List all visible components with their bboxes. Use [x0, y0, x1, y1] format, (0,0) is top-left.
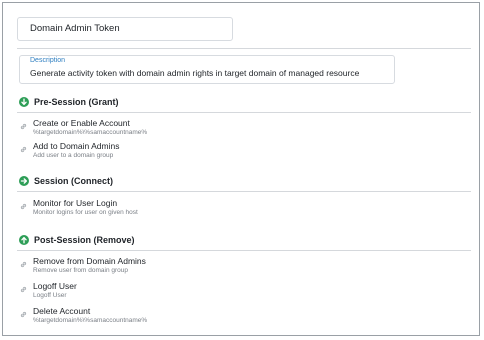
link-icon	[20, 311, 27, 318]
section-divider	[17, 191, 471, 192]
description-field[interactable]: Description Generate activity token with…	[19, 55, 395, 84]
description-value[interactable]: Generate activity token with domain admi…	[30, 68, 359, 78]
section-divider	[17, 112, 471, 113]
step-title: Create or Enable Account	[33, 118, 130, 128]
step-title: Logoff User	[33, 281, 77, 291]
step-title: Add to Domain Admins	[33, 141, 120, 151]
section-title: Session (Connect)	[34, 176, 114, 186]
section-pre-session[interactable]: Pre-Session (Grant)	[19, 95, 119, 109]
step-subtitle: Monitor logins for user on given host	[33, 209, 138, 216]
header-divider	[17, 48, 471, 49]
link-icon	[20, 261, 27, 268]
step-subtitle: Remove user from domain group	[33, 267, 129, 274]
arrow-up-circle-icon	[19, 235, 29, 245]
step-subtitle: %targetdomain%\%samaccountname%	[33, 129, 148, 136]
link-icon	[20, 123, 27, 130]
step-monitor-for-user-login[interactable]: Monitor for User Login Monitor logins fo…	[19, 198, 319, 220]
link-icon	[20, 203, 27, 210]
link-icon	[20, 286, 27, 293]
step-title: Delete Account	[33, 306, 91, 316]
section-title: Post-Session (Remove)	[34, 235, 135, 245]
arrow-right-circle-icon	[19, 176, 29, 186]
step-subtitle: Logoff User	[33, 292, 67, 299]
step-add-to-domain-admins[interactable]: Add to Domain Admins Add user to a domai…	[19, 141, 319, 163]
section-title: Pre-Session (Grant)	[34, 97, 119, 107]
section-post-session[interactable]: Post-Session (Remove)	[19, 233, 135, 247]
step-title: Remove from Domain Admins	[33, 256, 146, 266]
link-icon	[20, 146, 27, 153]
token-name-input[interactable]: Domain Admin Token	[17, 17, 233, 41]
step-remove-from-domain-admins[interactable]: Remove from Domain Admins Remove user fr…	[19, 256, 319, 278]
section-session[interactable]: Session (Connect)	[19, 174, 113, 188]
arrow-down-circle-icon	[19, 97, 29, 107]
step-subtitle: %targetdomain%\%samaccountname%	[33, 317, 148, 324]
description-label: Description	[30, 57, 66, 64]
step-delete-account[interactable]: Delete Account %targetdomain%\%samaccoun…	[19, 306, 319, 328]
step-logoff-user[interactable]: Logoff User Logoff User	[19, 281, 319, 303]
step-create-or-enable-account[interactable]: Create or Enable Account %targetdomain%\…	[19, 118, 319, 140]
section-divider	[17, 250, 471, 251]
step-subtitle: Add user to a domain group	[33, 152, 114, 159]
token-editor-panel: Domain Admin Token Description Generate …	[2, 2, 480, 336]
step-title: Monitor for User Login	[33, 198, 118, 208]
